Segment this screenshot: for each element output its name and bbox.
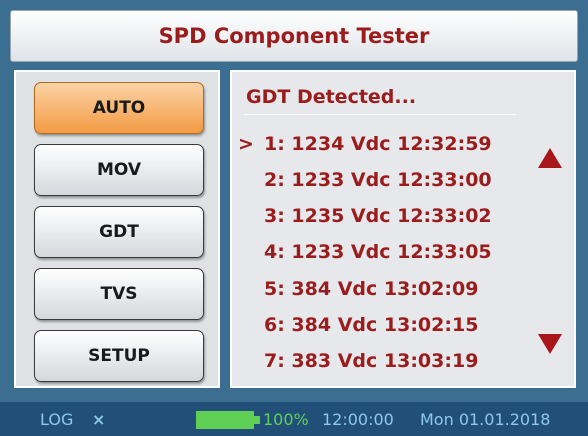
result-row[interactable]: 7: 383 Vdc 13:03:19	[238, 346, 478, 376]
result-row-text: 7: 383 Vdc 13:03:19	[264, 350, 479, 372]
header-divider	[244, 114, 516, 115]
clock-time: 12:00:00	[322, 410, 394, 429]
log-label: LOG	[40, 410, 74, 429]
triangle-down-icon[interactable]	[538, 334, 562, 354]
selection-cursor: >	[238, 133, 254, 155]
result-row[interactable]: 3: 1235 Vdc 12:33:02	[238, 201, 492, 231]
result-row-text: 4: 1233 Vdc 12:33:05	[264, 241, 492, 263]
title-bar: SPD Component Tester	[10, 10, 578, 62]
result-row-text: 3: 1235 Vdc 12:33:02	[264, 205, 492, 227]
result-row-text: 2: 1233 Vdc 12:33:00	[264, 169, 492, 191]
device-screen: SPD Component Tester AUTO MOV GDT TVS SE…	[0, 0, 588, 436]
result-row[interactable]: 2: 1233 Vdc 12:33:00	[238, 165, 492, 195]
result-row[interactable]: > 1: 1234 Vdc 12:32:59	[238, 129, 492, 159]
status-bar: LOG × 100% 12:00:00 Mon 01.01.2018	[0, 402, 588, 436]
mode-menu-panel: AUTO MOV GDT TVS SETUP	[14, 70, 220, 388]
results-header: GDT Detected...	[246, 86, 417, 108]
tvs-button[interactable]: TVS	[34, 268, 204, 320]
setup-button[interactable]: SETUP	[34, 330, 204, 382]
battery-icon	[196, 411, 254, 429]
result-row-text: 6: 384 Vdc 13:02:15	[264, 314, 479, 336]
result-row[interactable]: 5: 384 Vdc 13:02:09	[238, 274, 478, 304]
results-panel: GDT Detected... > 1: 1234 Vdc 12:32:59 2…	[230, 70, 576, 388]
battery-tip	[254, 416, 260, 424]
result-row[interactable]: 6: 384 Vdc 13:02:15	[238, 310, 478, 340]
result-row[interactable]: 4: 1233 Vdc 12:33:05	[238, 237, 492, 267]
log-close-icon[interactable]: ×	[92, 410, 105, 429]
result-row-text: 5: 384 Vdc 13:02:09	[264, 278, 479, 300]
mov-button[interactable]: MOV	[34, 144, 204, 196]
auto-button[interactable]: AUTO	[34, 82, 204, 134]
page-title: SPD Component Tester	[158, 24, 430, 48]
clock-date: Mon 01.01.2018	[420, 410, 551, 429]
result-row-text: 1: 1234 Vdc 12:32:59	[264, 133, 492, 155]
battery-percent: 100%	[263, 410, 309, 429]
triangle-up-icon[interactable]	[538, 148, 562, 168]
gdt-button[interactable]: GDT	[34, 206, 204, 258]
